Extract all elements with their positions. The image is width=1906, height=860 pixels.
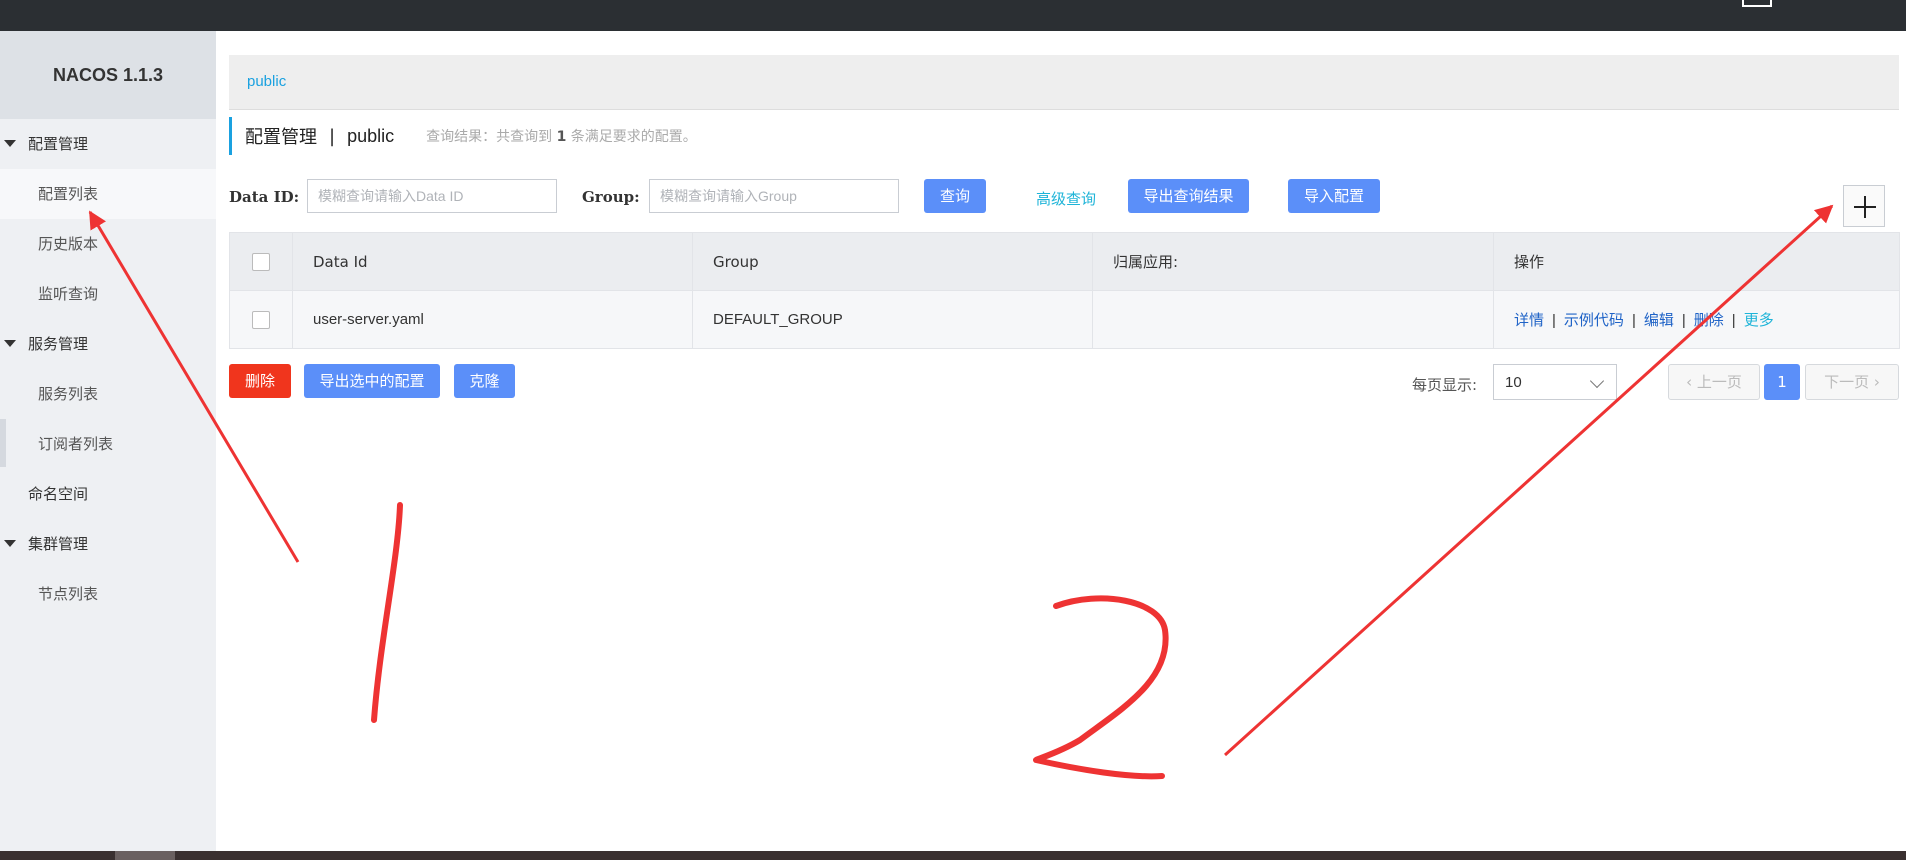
add-config-button[interactable] — [1843, 185, 1885, 227]
nav-item-history[interactable]: 历史版本 — [0, 219, 216, 269]
title-separator: | — [329, 125, 336, 147]
cell-app — [1092, 290, 1494, 349]
header-checkbox-cell — [229, 232, 293, 291]
cell-group: DEFAULT_GROUP — [692, 290, 1093, 349]
column-header-app[interactable]: 归属应用: — [1092, 232, 1494, 291]
row-checkbox[interactable] — [252, 310, 270, 329]
action-detail-link[interactable]: 详情 — [1514, 312, 1544, 329]
nav-marker — [0, 419, 6, 467]
table-row: user-server.yaml DEFAULT_GROUP 详情 | 示例代码 | 编… — [229, 290, 1900, 349]
nav-item-namespace[interactable]: 命名空间 — [0, 469, 216, 519]
action-more-link[interactable]: 更多 — [1744, 312, 1774, 329]
action-delete-link[interactable]: 删除 — [1694, 312, 1724, 329]
config-table: Data Id Group 归属应用: 操作 user-server.yaml … — [229, 232, 1900, 349]
sidebar-nav: 配置管理 配置列表 历史版本 监听查询 服务管理 服务列表 订阅者列表 命名空间… — [0, 119, 216, 619]
main-content: public 配置管理 | public 查询结果：共查询到 1 条满足要求的配… — [229, 31, 1900, 851]
per-page-value: 10 — [1505, 374, 1522, 391]
query-button[interactable]: 查询 — [924, 179, 986, 213]
action-separator: | — [1552, 312, 1556, 329]
caret-down-icon — [4, 540, 16, 547]
top-bar — [0, 0, 1906, 31]
per-page-label: 每页显示: — [1412, 376, 1478, 394]
chevron-left-icon: ‹ — [1686, 373, 1697, 391]
page-title: 配置管理 | public 查询结果：共查询到 1 条满足要求的配置。 — [229, 117, 697, 155]
column-header-dataid[interactable]: Data Id — [292, 232, 693, 291]
dataid-search-input[interactable] — [307, 179, 557, 213]
group-search-input[interactable] — [649, 179, 899, 213]
action-separator: | — [1631, 312, 1636, 329]
query-result-summary: 查询结果：共查询到 1 条满足要求的配置。 — [426, 129, 697, 145]
caret-down-icon — [4, 340, 16, 347]
caret-down-icon — [4, 140, 16, 147]
nav-item-service-list[interactable]: 服务列表 — [0, 369, 216, 419]
chevron-right-icon: › — [1869, 373, 1880, 391]
column-header-actions: 操作 — [1493, 232, 1900, 291]
nav-item-subscriber-list[interactable]: 订阅者列表 — [0, 419, 216, 469]
export-results-button[interactable]: 导出查询结果 — [1128, 179, 1249, 213]
prev-page-button[interactable]: ‹ 上一页 — [1668, 364, 1760, 400]
cell-dataid: user-server.yaml — [292, 290, 693, 349]
dataid-label: Data ID: — [229, 188, 300, 206]
column-header-group[interactable]: Group — [692, 232, 1093, 291]
bottom-strip-segment — [115, 851, 175, 860]
app-logo: NACOS 1.1.3 — [0, 31, 216, 119]
next-page-button[interactable]: 下一页 › — [1805, 364, 1899, 400]
page-button-current[interactable]: 1 — [1764, 364, 1800, 400]
nav-group-service[interactable]: 服务管理 — [0, 319, 216, 369]
nav-item-config-list[interactable]: 配置列表 — [0, 169, 216, 219]
page-title-text: 配置管理 — [245, 127, 317, 148]
export-selected-button[interactable]: 导出选中的配置 — [304, 364, 440, 398]
action-separator: | — [1731, 312, 1736, 329]
select-all-checkbox[interactable] — [252, 252, 270, 271]
namespace-bar: public — [229, 55, 1899, 110]
per-page-select[interactable]: 10 — [1493, 364, 1617, 400]
action-sample-code-link[interactable]: 示例代码 — [1564, 312, 1624, 329]
chevron-down-icon — [1589, 373, 1605, 389]
clone-button[interactable]: 克隆 — [454, 364, 515, 398]
nav-item-node-list[interactable]: 节点列表 — [0, 569, 216, 619]
nav-group-cluster[interactable]: 集群管理 — [0, 519, 216, 569]
bottom-action-row: 删除 导出选中的配置 克隆 每页显示: 10 ‹ 上一页 1 下一页 › — [229, 364, 1899, 400]
row-checkbox-cell — [229, 290, 293, 349]
action-edit-link[interactable]: 编辑 — [1644, 312, 1674, 329]
import-config-button[interactable]: 导入配置 — [1288, 179, 1380, 213]
advanced-query-link[interactable]: 高级查询 — [1036, 188, 1096, 209]
bottom-strip — [0, 851, 1906, 860]
cell-actions: 详情 | 示例代码 | 编辑 | 删除 | 更多 — [1493, 290, 1900, 349]
window-control[interactable] — [1742, 0, 1772, 7]
nav-group-config[interactable]: 配置管理 — [0, 119, 216, 169]
search-row: Data ID: Group: 查询 高级查询 导出查询结果 导入配置 — [229, 179, 1899, 215]
nav-item-listen-query[interactable]: 监听查询 — [0, 269, 216, 319]
bulk-delete-button[interactable]: 删除 — [229, 364, 291, 398]
namespace-tab-public[interactable]: public — [247, 73, 286, 90]
action-separator: | — [1681, 312, 1686, 329]
sidebar: NACOS 1.1.3 配置管理 配置列表 历史版本 监听查询 服务管理 服务列… — [0, 31, 216, 851]
group-label: Group: — [582, 188, 640, 206]
table-header-row: Data Id Group 归属应用: 操作 — [229, 232, 1900, 291]
page-title-namespace: public — [347, 125, 395, 146]
